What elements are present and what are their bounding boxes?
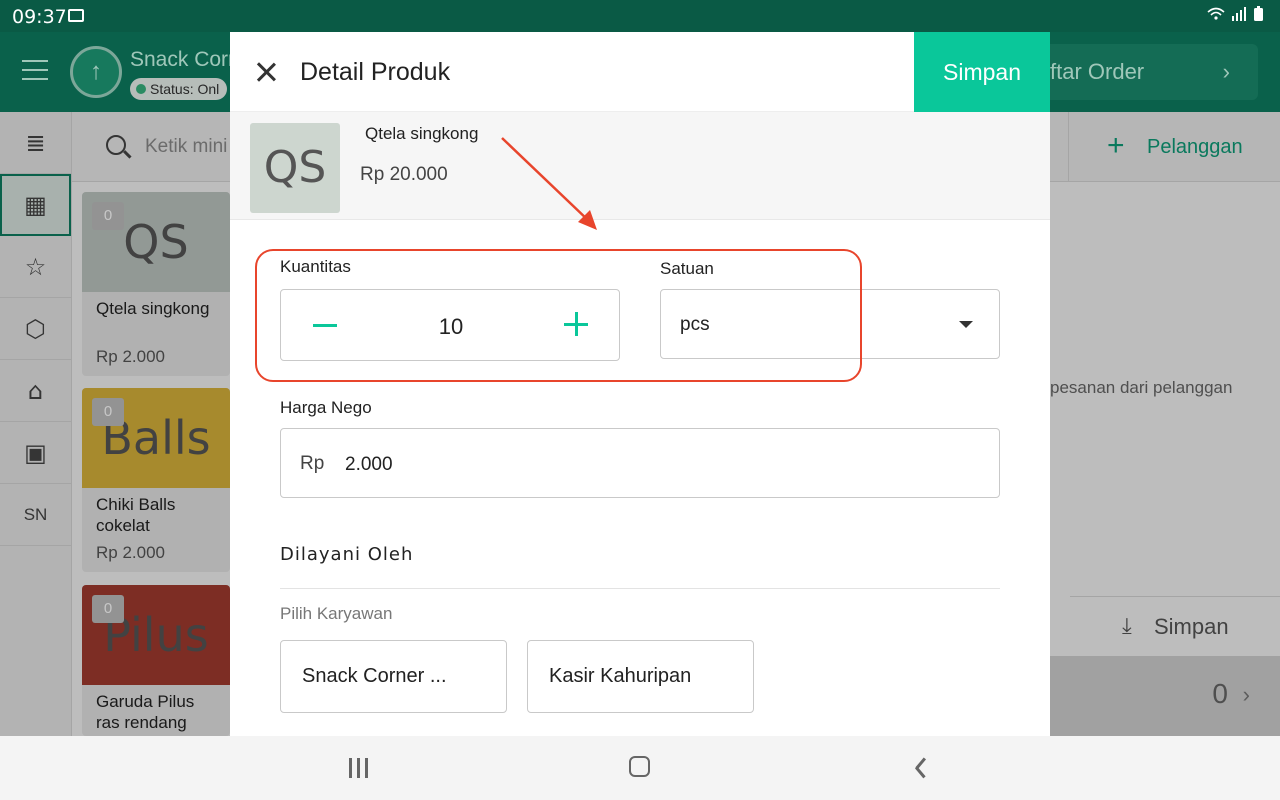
back-icon[interactable] <box>912 756 926 778</box>
annotation-arrow-icon <box>501 137 597 230</box>
system-nav-bar <box>0 736 1280 800</box>
home-icon[interactable] <box>629 756 650 777</box>
recent-apps-icon[interactable] <box>349 758 371 778</box>
